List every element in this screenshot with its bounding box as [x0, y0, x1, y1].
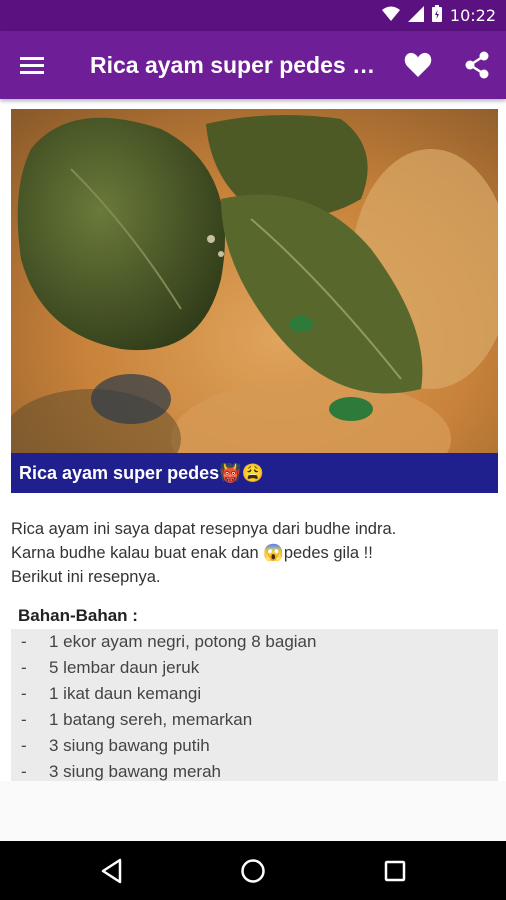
- intro-line: Karna budhe kalau buat enak dan 😱pedes g…: [11, 544, 373, 562]
- ingredient-item: - 1 ekor ayam negri, potong 8 bagian: [11, 629, 498, 655]
- recents-square-icon: [384, 860, 406, 882]
- status-time: 10:22: [449, 6, 496, 25]
- bullet-dash: -: [21, 710, 27, 729]
- heart-icon: [404, 52, 432, 77]
- food-image: [11, 109, 498, 493]
- share-icon: [465, 51, 489, 79]
- ingredient-text: 1 ekor ayam negri, potong 8 bagian: [49, 632, 317, 651]
- ingredient-item: - 3 siung bawang merah: [11, 759, 498, 781]
- ingredient-item: - 3 siung bawang putih: [11, 733, 498, 759]
- intro-line: Rica ayam ini saya dapat resepnya dari b…: [11, 520, 397, 538]
- ingredients-list: - 1 ekor ayam negri, potong 8 bagian - 5 l…: [11, 629, 498, 781]
- ingredient-text: 1 batang sereh, memarkan: [49, 710, 253, 729]
- signal-icon: [407, 5, 424, 26]
- ingredient-text: 5 lembar daun jeruk: [49, 658, 200, 677]
- bullet-dash: -: [21, 684, 27, 703]
- ingredient-text: 3 siung bawang putih: [49, 736, 210, 755]
- bottom-area: [0, 781, 506, 841]
- ingredient-item: - 1 batang sereh, memarkan: [11, 707, 498, 733]
- menu-button[interactable]: [16, 49, 48, 81]
- bullet-dash: -: [21, 736, 27, 755]
- bullet-dash: -: [21, 632, 27, 651]
- status-icons: 10:22: [381, 5, 496, 26]
- favorite-button[interactable]: [401, 48, 435, 82]
- back-button[interactable]: [94, 853, 130, 889]
- wifi-icon: [381, 6, 400, 26]
- hamburger-menu-icon: [20, 57, 44, 74]
- ingredient-item: - 5 lembar daun jeruk: [11, 655, 498, 681]
- recipe-intro: Rica ayam ini saya dapat resepnya dari b…: [11, 517, 491, 589]
- ingredient-text: 1 ikat daun kemangi: [49, 684, 202, 703]
- bullet-dash: -: [21, 762, 27, 781]
- battery-icon: [431, 5, 442, 26]
- bullet-dash: -: [21, 658, 27, 677]
- ingredient-text: 3 siung bawang merah: [49, 762, 222, 781]
- ingredients-heading: Bahan-Bahan :: [18, 606, 138, 625]
- recipe-photo: Rica ayam super pedes👹😩: [11, 109, 498, 493]
- share-button[interactable]: [460, 48, 494, 82]
- home-button[interactable]: [235, 853, 271, 889]
- recents-button[interactable]: [377, 853, 413, 889]
- status-bar: 10:22: [0, 0, 506, 31]
- home-circle-icon: [241, 859, 265, 883]
- photo-caption: Rica ayam super pedes👹😩: [11, 453, 498, 493]
- page-title: Rica ayam super pedes Rica ayam super pe…: [90, 52, 380, 78]
- intro-line: Berikut ini resepnya.: [11, 568, 161, 586]
- ingredient-item: - 1 ikat daun kemangi: [11, 681, 498, 707]
- navigation-bar: [0, 841, 506, 900]
- recipe-content[interactable]: Rica ayam super pedes👹😩 Rica ayam ini sa…: [0, 99, 506, 781]
- back-triangle-icon: [101, 858, 122, 884]
- app-bar: Rica ayam super pedes Rica ayam super pe…: [0, 31, 506, 99]
